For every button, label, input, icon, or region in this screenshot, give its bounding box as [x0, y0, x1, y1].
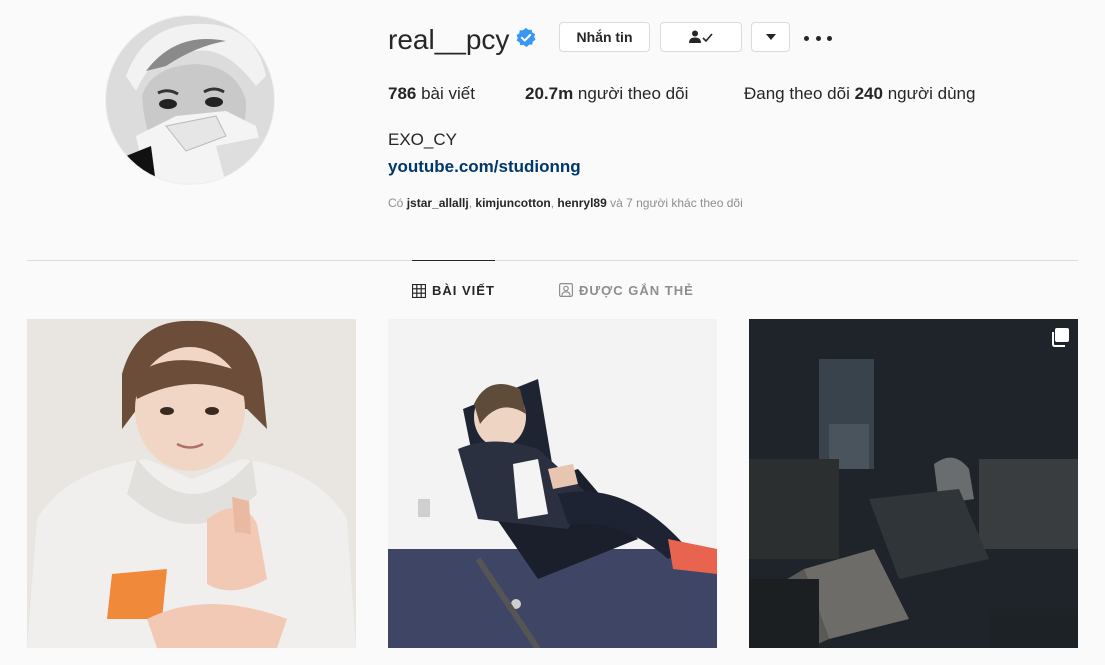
profile-page: real__pcy Nhắn tin 786 bài viết 20.7m ng…: [0, 0, 1105, 665]
tagged-person-icon: [559, 283, 573, 297]
followers-count-stat[interactable]: 20.7m người theo dõi: [525, 82, 688, 106]
person-check-icon: [689, 30, 713, 43]
following-count: 240: [854, 84, 883, 103]
followed-by-text[interactable]: Có jstar_allallj, kimjuncotton, henryl89…: [388, 195, 743, 211]
tab-posts-label: BÀI VIẾT: [432, 283, 495, 298]
avatar-image: [106, 16, 274, 184]
following-button[interactable]: [660, 22, 742, 52]
profile-avatar[interactable]: [106, 16, 274, 184]
post-thumbnail[interactable]: [27, 319, 356, 648]
more-options-icon[interactable]: [804, 28, 832, 48]
posts-count-stat: 786 bài viết: [388, 82, 475, 106]
message-button[interactable]: Nhắn tin: [559, 22, 650, 52]
posts-label: bài viết: [416, 84, 475, 103]
post-thumbnail[interactable]: [749, 319, 1078, 648]
multiple-photos-icon: [1052, 328, 1069, 347]
profile-username: real__pcy: [388, 24, 510, 55]
followers-count: 20.7m: [525, 84, 574, 103]
followers-label: người theo dõi: [573, 84, 689, 103]
caret-down-icon: [765, 34, 776, 40]
tab-posts[interactable]: BÀI VIẾT: [412, 260, 495, 320]
following-label: người dùng: [882, 84, 976, 103]
post-image: [388, 319, 717, 648]
mutual-follower-3[interactable]: henryl89: [557, 196, 606, 210]
tab-tagged[interactable]: ĐƯỢC GẮN THẺ: [559, 260, 694, 320]
mutual-follower-1[interactable]: jstar_allallj: [407, 196, 469, 210]
followed-by-suffix: và 7 người khác theo dõi: [606, 196, 743, 210]
verified-badge-icon: [516, 27, 536, 47]
post-thumbnail[interactable]: [388, 319, 717, 648]
followed-by-prefix: Có: [388, 196, 407, 210]
tab-tagged-label: ĐƯỢC GẮN THẺ: [579, 282, 694, 298]
profile-website-link[interactable]: youtube.com/studionng: [388, 155, 581, 179]
suggestions-dropdown-button[interactable]: [751, 22, 790, 52]
post-image: [749, 319, 1078, 648]
following-count-stat[interactable]: Đang theo dõi 240 người dùng: [744, 82, 975, 106]
grid-icon: [412, 283, 426, 298]
mutual-follower-2[interactable]: kimjuncotton: [475, 196, 550, 210]
post-image: [27, 319, 356, 648]
tabs-divider: [27, 260, 1078, 261]
following-prefix: Đang theo dõi: [744, 84, 855, 103]
posts-count: 786: [388, 84, 417, 103]
profile-full-name: EXO_CY: [388, 130, 457, 149]
